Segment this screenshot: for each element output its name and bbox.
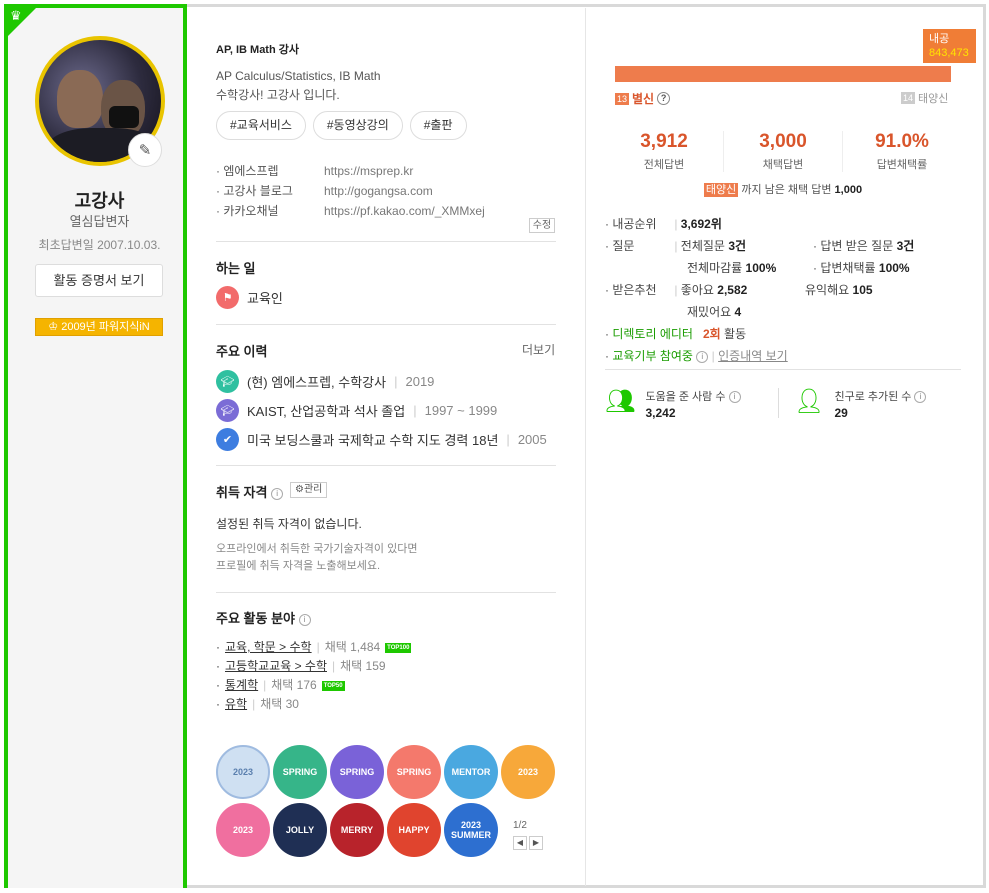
link-url[interactable]: https://pf.kakao.com/_XMMxej [324,201,485,221]
badge[interactable]: MENTOR [444,745,498,799]
info-icon[interactable]: i [298,613,311,626]
tag-list: #교육서비스 #동영상강의 #출판 [216,111,467,140]
divider [216,241,556,242]
field-item: · 유학 | 채택 30 [216,697,299,711]
graduation-cap-icon: 🎓︎ [216,399,239,422]
field-list: · 교육, 학문 > 수학 | 채택 1,484 TOP100 · 고등학교교육 > … [216,638,412,714]
divider [216,592,556,593]
certificate-button[interactable]: 활동 증명서 보기 [35,264,163,297]
field-item: · 통계학 | 채택 176 TOP50 [216,678,345,692]
badge[interactable]: 2023 SUMMER [444,803,498,857]
link-url[interactable]: http://gogangsa.com [324,181,433,201]
helped-count: 👥︎ 도움을 준 사람 수 i 3,242 [605,388,741,420]
badge[interactable]: 2023 [501,745,555,799]
column-divider [585,8,586,886]
directory-editor-link[interactable]: 디렉토리 에디터 [612,327,693,341]
gear-icon: ⚙ [295,484,304,495]
graduation-cap-icon: 🎓︎ [216,370,239,393]
career-more-link[interactable]: 더보기 [522,341,555,358]
pencil-icon: ✎ [138,142,152,159]
badge[interactable]: SPRING [273,745,327,799]
badge-next-button[interactable]: ▶ [529,836,543,850]
answer-stats: 3,912 전체답변 3,000 채택답변 91.0% 답변채택률 [605,131,961,172]
profile-intro: AP Calculus/Statistics, IB Math 수학강사! 고강… [216,69,381,102]
people-icon: 👥︎ [605,388,636,415]
divider [216,465,556,466]
career-heading: 주요 이력 [216,344,268,359]
badge[interactable]: MERRY [330,803,384,857]
next-rank: 14 태양신 [901,92,949,105]
stat-total-answers: 3,912 전체답변 [640,131,688,171]
stat-adopted-answers: 3,000 채택답변 [723,131,842,172]
field-item: · 고등학교교육 > 수학 | 채택 159 [216,659,386,673]
shield-icon: ✔ [216,428,239,451]
help-icon[interactable]: ? [657,92,671,105]
grade-label: 열심답변자 [69,214,130,229]
nickname: 고강사 [74,191,125,211]
qualification-hint: 오프라인에서 취득한 국가기술자격이 있다면 프로필에 취득 자격을 노출해보세… [216,543,418,572]
manage-qualification-button[interactable]: ⚙관리 [290,482,328,498]
badge-page-indicator: 1/2 [513,820,527,831]
add-friend-icon: 👤︎ [794,388,825,415]
badge[interactable]: 2023 [216,745,270,799]
badge[interactable]: 2023 [216,803,270,857]
tag[interactable]: #교육서비스 [216,111,306,140]
info-icon[interactable]: i [271,487,284,500]
badge[interactable]: SPRING [387,745,441,799]
info-icon[interactable]: i [696,350,709,363]
career-item: 🎓︎ (현) 엠에스프렙, 수학강사 | 2019 [216,370,434,393]
work-heading: 하는 일 [216,261,256,276]
career-item: ✔ 미국 보딩스쿨과 국제학교 수학 지도 경력 18년 | 2005 [216,428,547,451]
career-item: 🎓︎ KAIST, 산업공학과 석사 졸업 | 1997 ~ 1999 [216,399,497,422]
job-item: ⚑ 교육인 [216,286,283,309]
link-url[interactable]: https://msprep.kr [324,161,413,181]
qualification-heading: 취득 자격 i [216,482,284,501]
badge[interactable]: HAPPY [387,803,441,857]
friend-count: 👤︎ 친구로 추가된 수 i 29 [794,388,927,420]
tag[interactable]: #출판 [409,111,467,140]
badge-prev-button[interactable]: ◀ [513,836,527,850]
naegong-label: 내공 843,473 [923,29,976,63]
current-rank: 13 별신 ? [615,90,671,107]
certification-history-link[interactable]: 인증내역 보기 [718,349,788,363]
divider [778,388,779,418]
link-label: · 엠에스프렙 [216,164,279,178]
flag-icon: ⚑ [216,286,239,309]
job-label: 교육인 [247,291,283,306]
top-badge: TOP100 [385,642,412,653]
rank-progress-bar [615,66,951,82]
profile-title: AP, IB Math 강사 [216,44,299,56]
crown-icon: ♛ [10,8,22,23]
link-list: · 엠에스프렙 https://msprep.kr · 고강사 블로그 http:/… [216,161,485,221]
info-icon[interactable]: i [914,391,927,404]
remain-to-next-rank: 태양신 까지 남은 채택 답변 1,000 [703,183,863,197]
no-qualification-text: 설정된 취득 자격이 없습니다. [216,517,362,531]
info-icon[interactable]: i [728,391,741,404]
edit-links-button[interactable]: 수정 [529,218,555,233]
badge[interactable]: JOLLY [273,803,327,857]
top-badge: TOP50 [321,680,345,691]
link-label: · 고강사 블로그 [216,184,293,198]
tag[interactable]: #동영상강의 [312,111,403,140]
badge[interactable]: SPRING [330,745,384,799]
first-answer-date: 최초답변일 2007.10.03. [38,238,161,252]
divider [605,369,961,370]
fields-heading: 주요 활동 분야 i [216,608,311,627]
stat-adopt-rate: 91.0% 답변채택률 [842,131,961,172]
edit-profile-button[interactable]: ✎ [128,133,162,167]
badge-grid: 2023 SPRING SPRING SPRING MENTOR 2023 20… [216,745,555,857]
crown-icon: ♔ [48,321,62,333]
link-label: · 카카오채널 [216,204,279,218]
divider [216,324,556,325]
power-badge: ♔ 2009년 파워지식iN [35,318,163,336]
field-item: · 교육, 학문 > 수학 | 채택 1,484 TOP100 [216,640,412,654]
